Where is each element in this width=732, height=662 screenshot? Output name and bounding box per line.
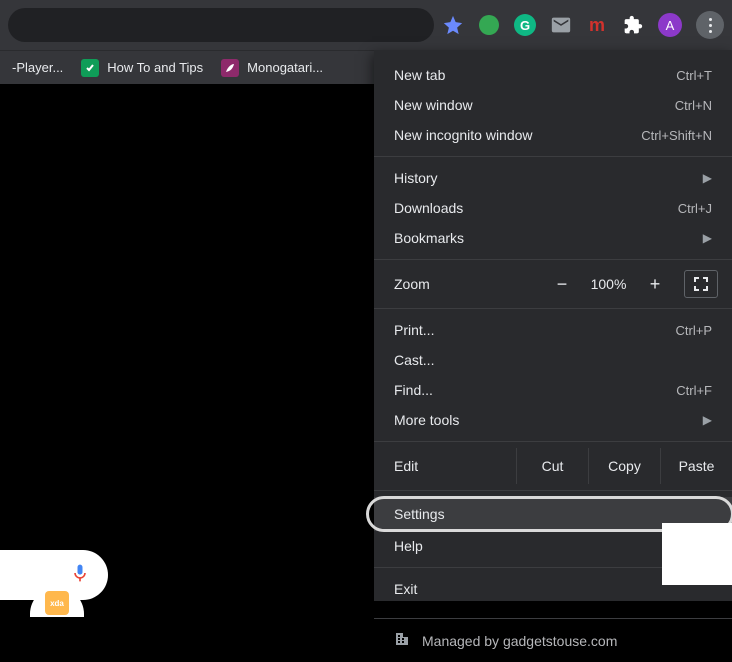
bookmark-item[interactable]: Monogatari... — [221, 59, 323, 77]
bookmark-item[interactable]: -Player... — [12, 60, 63, 75]
profile-avatar[interactable]: A — [658, 13, 682, 37]
bookmark-label: How To and Tips — [107, 60, 203, 75]
menu-edit-row: Edit Cut Copy Paste — [374, 448, 732, 484]
menu-zoom: Zoom − 100% + — [374, 266, 732, 302]
edit-copy-button[interactable]: Copy — [588, 448, 660, 484]
menu-cast[interactable]: Cast... — [374, 345, 732, 375]
overlay-box — [662, 523, 732, 585]
menu-more-tools[interactable]: More tools ▶ — [374, 405, 732, 435]
mail-icon[interactable] — [550, 14, 572, 36]
chevron-right-icon: ▶ — [703, 413, 712, 427]
menu-print[interactable]: Print... Ctrl+P — [374, 315, 732, 345]
menu-find[interactable]: Find... Ctrl+F — [374, 375, 732, 405]
menu-separator — [374, 156, 732, 157]
extensions-puzzle-icon[interactable] — [622, 14, 644, 36]
menu-separator — [374, 259, 732, 260]
xda-icon: xda — [45, 591, 69, 615]
menu-separator — [374, 490, 732, 491]
grammarly-extension-icon[interactable]: G — [514, 14, 536, 36]
bookmark-item[interactable]: How To and Tips — [81, 59, 203, 77]
toolbar-icons: G m A — [442, 11, 724, 39]
menu-separator — [374, 308, 732, 309]
fullscreen-button[interactable] — [684, 270, 718, 298]
zoom-value: 100% — [581, 276, 636, 292]
zoom-in-button[interactable]: + — [636, 274, 674, 295]
chevron-right-icon: ▶ — [703, 231, 712, 245]
bookmark-favicon — [81, 59, 99, 77]
menu-new-incognito[interactable]: New incognito window Ctrl+Shift+N — [374, 120, 732, 150]
zoom-out-button[interactable]: − — [543, 274, 581, 295]
edit-paste-button[interactable]: Paste — [660, 448, 732, 484]
menu-separator — [374, 441, 732, 442]
bookmark-favicon — [221, 59, 239, 77]
edit-cut-button[interactable]: Cut — [516, 448, 588, 484]
bookmark-label: Monogatari... — [247, 60, 323, 75]
bookmark-star-icon[interactable] — [442, 14, 464, 36]
kebab-icon — [709, 18, 712, 33]
menu-new-window[interactable]: New window Ctrl+N — [374, 90, 732, 120]
bookmark-label: -Player... — [12, 60, 63, 75]
address-bar[interactable] — [8, 8, 434, 42]
extension-green-dot-icon[interactable] — [478, 14, 500, 36]
chevron-right-icon: ▶ — [703, 171, 712, 185]
building-icon — [394, 631, 410, 650]
edit-label: Edit — [374, 458, 516, 474]
fullscreen-icon — [694, 277, 708, 291]
m-extension-icon[interactable]: m — [586, 14, 608, 36]
microphone-icon[interactable] — [70, 563, 90, 588]
menu-history[interactable]: History ▶ — [374, 163, 732, 193]
menu-bookmarks[interactable]: Bookmarks ▶ — [374, 223, 732, 253]
browser-toolbar: G m A — [0, 0, 732, 50]
menu-new-tab[interactable]: New tab Ctrl+T — [374, 60, 732, 90]
menu-downloads[interactable]: Downloads Ctrl+J — [374, 193, 732, 223]
main-menu-dropdown: New tab Ctrl+T New window Ctrl+N New inc… — [374, 50, 732, 601]
main-menu-button[interactable] — [696, 11, 724, 39]
managed-by-row[interactable]: Managed by gadgetstouse.com — [374, 618, 732, 662]
